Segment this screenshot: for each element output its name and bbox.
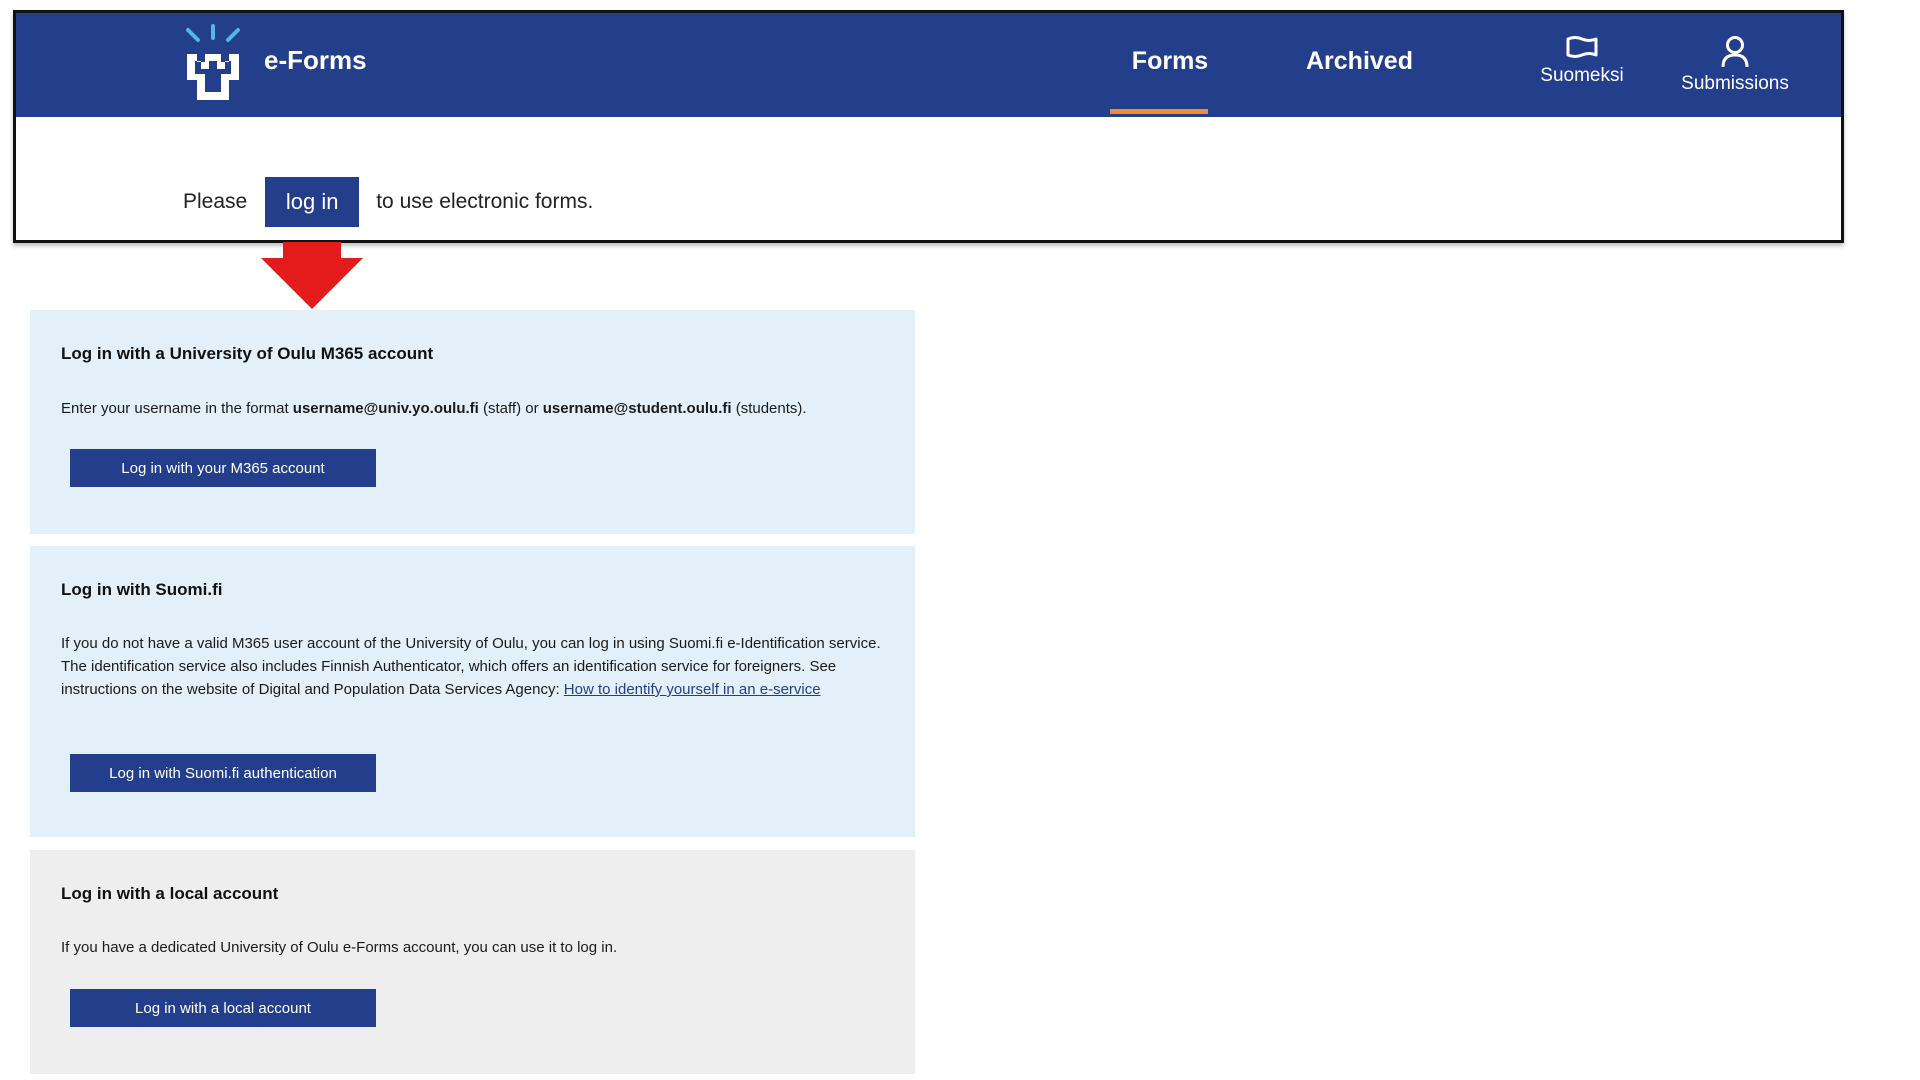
submissions-label: Submissions: [1681, 73, 1789, 94]
m365-login-panel: Log in with a University of Oulu M365 ac…: [30, 310, 915, 534]
site-brand[interactable]: e-Forms: [264, 45, 367, 76]
submissions-link[interactable]: Submissions: [1660, 35, 1810, 95]
suomi-login-button[interactable]: Log in with Suomi.fi authentication: [70, 754, 376, 792]
suomi-panel-title: Log in with Suomi.fi: [61, 580, 223, 599]
suomi-login-panel: Log in with Suomi.fi If you do not have …: [30, 546, 915, 837]
site-header: e-Forms Forms Archived Suomeksi Submissi…: [16, 13, 1841, 117]
nav-forms[interactable]: Forms: [1122, 47, 1218, 76]
flag-icon: [1566, 36, 1598, 58]
local-login-panel: Log in with a local account If you have …: [30, 850, 915, 1074]
nav-active-indicator: [1110, 109, 1208, 114]
log-in-button[interactable]: log in: [265, 177, 360, 227]
local-panel-text: If you have a dedicated University of Ou…: [61, 939, 618, 956]
m365-panel-text: Enter your username in the format userna…: [61, 400, 807, 417]
notice-prefix: Please: [183, 190, 248, 213]
page-preview-frame: e-Forms Forms Archived Suomeksi Submissi…: [13, 10, 1844, 243]
local-panel-title: Log in with a local account: [61, 884, 279, 903]
language-switch[interactable]: Suomeksi: [1536, 35, 1628, 87]
nav-archived[interactable]: Archived: [1306, 47, 1413, 76]
m365-login-button[interactable]: Log in with your M365 account: [70, 449, 376, 487]
user-icon: [1721, 36, 1749, 68]
red-arrow-icon: [261, 258, 363, 309]
local-login-button[interactable]: Log in with a local account: [70, 989, 376, 1027]
identify-yourself-link[interactable]: How to identify yourself in an e-service: [564, 681, 821, 698]
notice-suffix: to use electronic forms.: [376, 190, 594, 213]
m365-panel-title: Log in with a University of Oulu M365 ac…: [61, 344, 434, 363]
university-logo-icon[interactable]: [183, 24, 243, 109]
login-notice: Please log in to use electronic forms.: [183, 177, 593, 227]
language-label: Suomeksi: [1540, 65, 1624, 86]
suomi-panel-text: If you do not have a valid M365 user acc…: [61, 635, 881, 698]
